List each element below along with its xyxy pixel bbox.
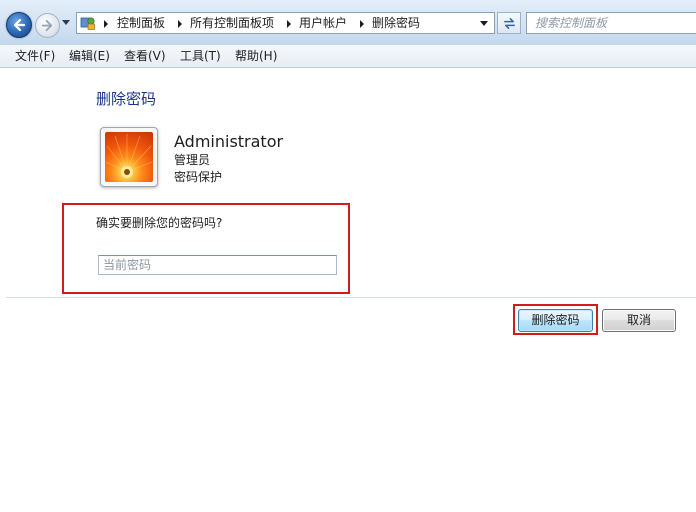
- back-button[interactable]: [6, 12, 32, 38]
- remove-password-button[interactable]: 删除密码: [518, 309, 593, 332]
- address-dropdown-icon[interactable]: [480, 21, 488, 26]
- breadcrumb-control-panel[interactable]: 控制面板: [117, 16, 165, 31]
- menu-view[interactable]: 查看(V): [124, 49, 166, 64]
- user-name: Administrator: [174, 132, 284, 151]
- breadcrumb-separator-icon[interactable]: [104, 20, 108, 28]
- user-status: 密码保护: [174, 170, 223, 184]
- breadcrumb-separator-icon[interactable]: [360, 20, 364, 28]
- user-avatar: [100, 127, 158, 187]
- menu-help[interactable]: 帮助(H): [235, 49, 277, 64]
- menu-tools[interactable]: 工具(T): [180, 49, 221, 64]
- current-password-field[interactable]: [98, 255, 337, 275]
- recent-pages-dropdown[interactable]: [62, 20, 70, 25]
- main-content: 删除密码 Administrator 管理员 密码保护 确实要删除您的密码吗? …: [0, 68, 696, 512]
- cancel-button[interactable]: 取消: [602, 309, 676, 332]
- search-input[interactable]: [535, 15, 685, 31]
- user-role: 管理员: [174, 153, 211, 167]
- menu-edit[interactable]: 编辑(E): [69, 49, 110, 64]
- breadcrumb-separator-icon[interactable]: [178, 20, 182, 28]
- control-panel-icon: [80, 17, 95, 30]
- navigation-bar: 控制面板 所有控制面板项 用户帐户 删除密码: [0, 0, 696, 44]
- flower-picture-icon: [105, 132, 153, 182]
- menu-file[interactable]: 文件(F): [15, 49, 55, 64]
- divider: [6, 297, 696, 298]
- page-title: 删除密码: [96, 90, 157, 108]
- menu-bar: 文件(F) 编辑(E) 查看(V) 工具(T) 帮助(H): [0, 44, 696, 68]
- confirm-question: 确实要删除您的密码吗?: [96, 216, 223, 230]
- search-box[interactable]: [526, 12, 696, 34]
- breadcrumb-separator-icon[interactable]: [287, 20, 291, 28]
- forward-arrow-icon: [41, 19, 53, 32]
- address-bar[interactable]: 控制面板 所有控制面板项 用户帐户 删除密码: [76, 12, 495, 34]
- breadcrumb-all-items[interactable]: 所有控制面板项: [190, 16, 274, 31]
- forward-button[interactable]: [35, 13, 60, 38]
- refresh-button[interactable]: [497, 12, 521, 34]
- breadcrumb-remove-password[interactable]: 删除密码: [372, 16, 420, 31]
- refresh-icon: [504, 18, 515, 29]
- back-arrow-icon: [13, 18, 26, 32]
- breadcrumb-user-accounts[interactable]: 用户帐户: [299, 16, 347, 31]
